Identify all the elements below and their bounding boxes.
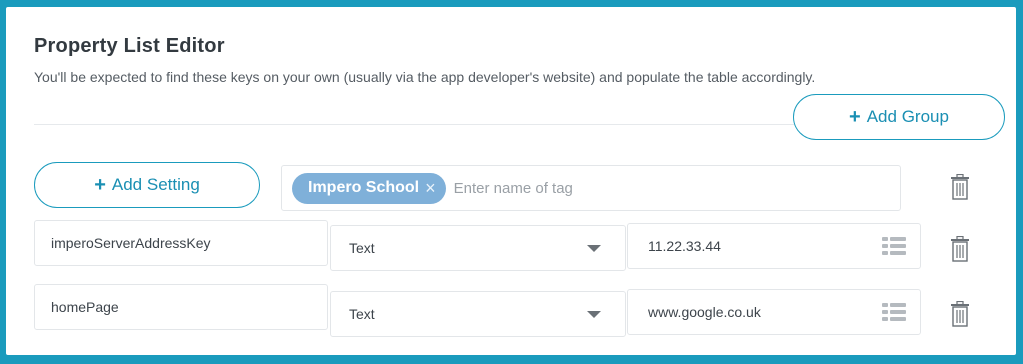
setting-value-field[interactable]: 11.22.33.44 bbox=[627, 223, 921, 269]
add-setting-label: Add Setting bbox=[111, 175, 200, 194]
page-title: Property List Editor bbox=[34, 35, 225, 57]
tag-input-box[interactable]: Impero School × bbox=[281, 165, 901, 211]
trash-icon[interactable] bbox=[950, 236, 970, 262]
setting-type-select[interactable]: Text bbox=[330, 291, 626, 337]
list-icon[interactable] bbox=[882, 303, 906, 321]
tag-chip[interactable]: Impero School × bbox=[292, 172, 446, 204]
setting-key-value: homePage bbox=[51, 299, 119, 315]
add-setting-button[interactable]: + Add Setting bbox=[34, 162, 260, 208]
chevron-down-icon bbox=[587, 244, 601, 252]
close-icon[interactable]: × bbox=[425, 178, 436, 199]
trash-icon[interactable] bbox=[950, 174, 970, 200]
setting-key-field[interactable]: homePage bbox=[34, 284, 328, 330]
setting-value-text: www.google.co.uk bbox=[648, 304, 761, 320]
page-description: You'll be expected to find these keys on… bbox=[34, 69, 816, 85]
setting-type-select[interactable]: Text bbox=[330, 225, 626, 271]
setting-type-value: Text bbox=[349, 240, 375, 256]
chevron-down-icon bbox=[587, 310, 601, 318]
tag-name-input[interactable] bbox=[453, 179, 754, 197]
plus-icon: + bbox=[849, 106, 861, 128]
property-list-editor-panel: Property List Editor You'll be expected … bbox=[6, 7, 1016, 355]
setting-key-field[interactable]: imperoServerAddressKey bbox=[34, 220, 328, 266]
setting-value-text: 11.22.33.44 bbox=[648, 238, 721, 254]
setting-value-field[interactable]: www.google.co.uk bbox=[627, 289, 921, 335]
trash-icon[interactable] bbox=[950, 301, 970, 327]
setting-key-value: imperoServerAddressKey bbox=[51, 235, 211, 251]
add-group-label: Add Group bbox=[866, 107, 949, 126]
add-group-button[interactable]: + Add Group bbox=[793, 94, 1005, 140]
plus-icon: + bbox=[94, 174, 106, 196]
divider bbox=[34, 124, 794, 125]
tag-chip-label: Impero School bbox=[308, 179, 420, 196]
list-icon[interactable] bbox=[882, 237, 906, 255]
setting-type-value: Text bbox=[349, 306, 375, 322]
